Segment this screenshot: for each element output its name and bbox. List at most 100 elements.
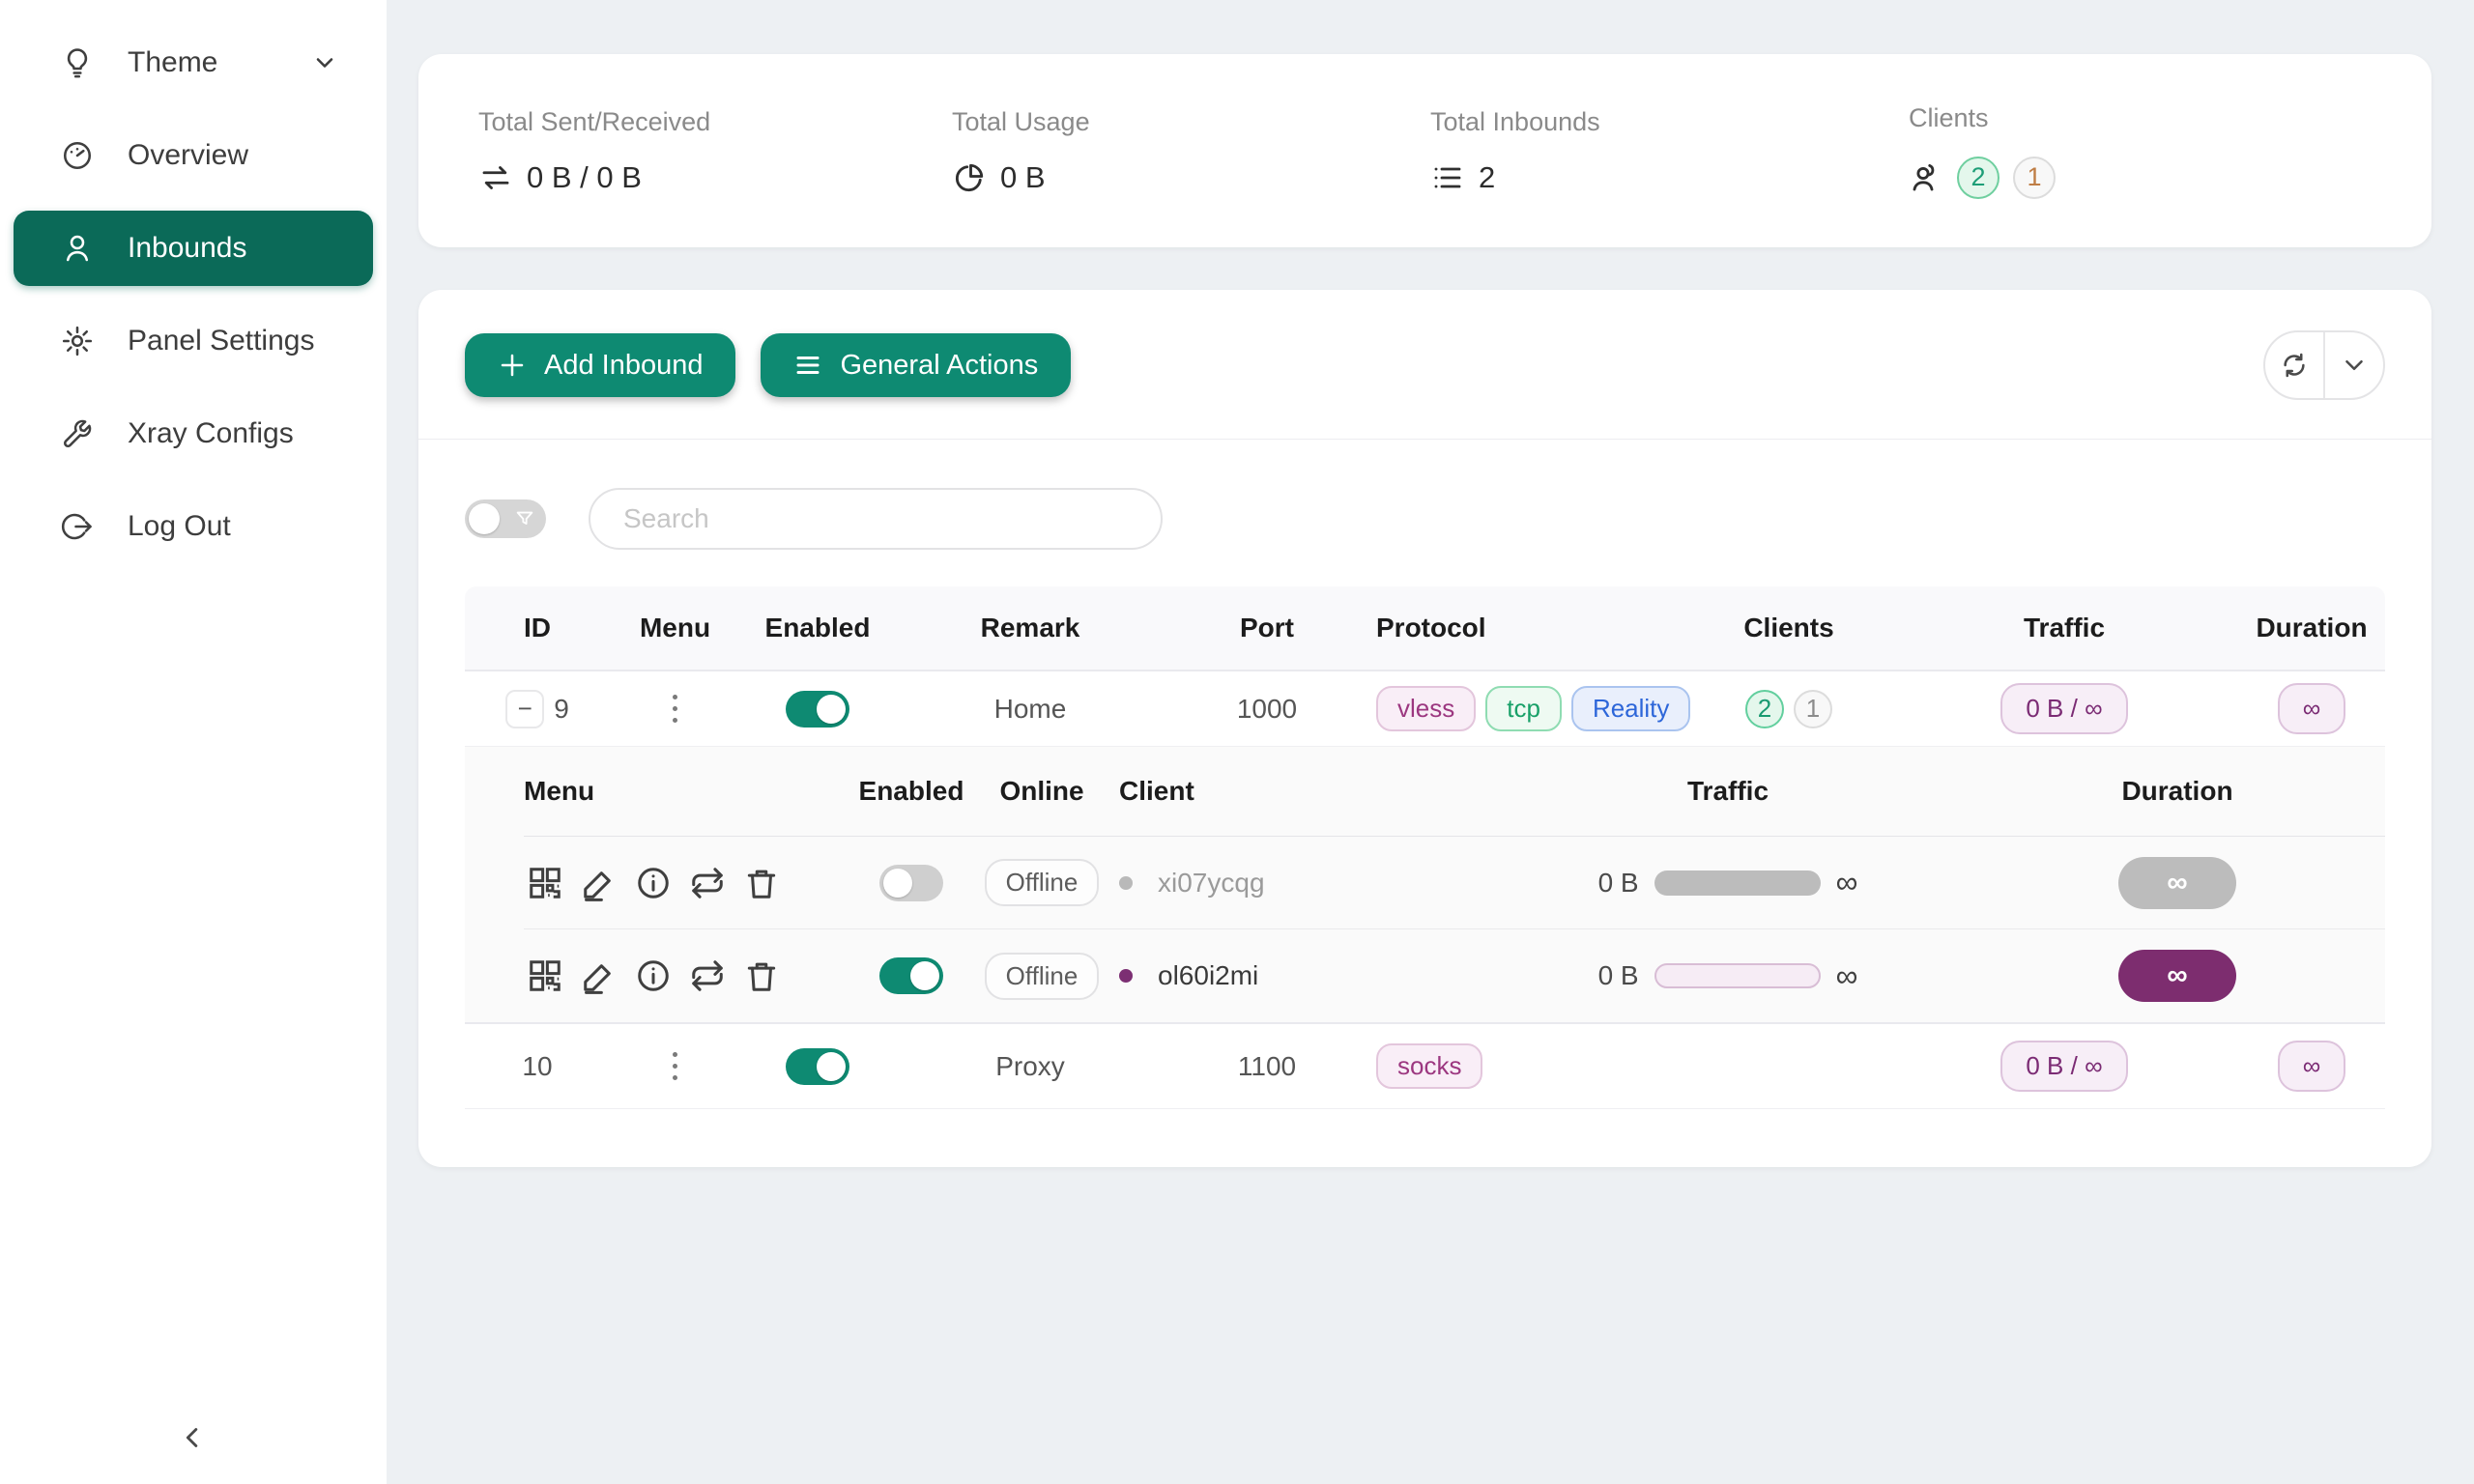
duration-pill: ∞ — [2118, 950, 2236, 1002]
column-header-traffic: Traffic — [1486, 776, 1970, 807]
repeat-icon[interactable] — [686, 862, 729, 904]
sidebar-item-panel-settings[interactable]: Panel Settings — [14, 303, 373, 379]
column-header-remark: Remark — [895, 613, 1165, 643]
refresh-icon — [2280, 351, 2309, 380]
stat-label: Total Inbounds — [1430, 107, 1909, 137]
qr-code-icon[interactable] — [524, 862, 566, 904]
row-menu-button[interactable] — [667, 1046, 683, 1086]
inbound-enabled-toggle[interactable] — [786, 691, 849, 728]
lightbulb-icon — [60, 45, 95, 80]
filter-toggle[interactable] — [465, 499, 546, 538]
traffic-progress-bar — [1654, 963, 1821, 988]
general-actions-button[interactable]: General Actions — [761, 333, 1071, 397]
client-enabled-toggle[interactable] — [879, 865, 943, 901]
sidebar-item-log-out[interactable]: Log Out — [14, 489, 373, 564]
trash-icon[interactable] — [740, 955, 783, 997]
stat-label: Total Usage — [952, 107, 1430, 137]
traffic-used: 0 B — [1598, 960, 1639, 991]
column-header-id: ID — [465, 613, 610, 643]
toggle-knob — [469, 503, 500, 534]
gear-icon — [60, 324, 95, 358]
traffic-used: 0 B — [1598, 868, 1639, 899]
duration-pill: ∞ — [2278, 1041, 2346, 1092]
inbound-port: 1000 — [1165, 694, 1368, 725]
client-enabled-toggle[interactable] — [879, 957, 943, 994]
collapse-row-button[interactable]: − — [505, 690, 544, 728]
column-header-duration: Duration — [1970, 776, 2385, 807]
refresh-button[interactable] — [2265, 332, 2323, 398]
info-circle-icon[interactable] — [632, 862, 675, 904]
sidebar-item-inbounds[interactable]: Inbounds — [14, 211, 373, 286]
stat-total-usage: Total Usage 0 B — [952, 107, 1430, 195]
wrench-icon — [60, 416, 95, 451]
people-icon — [1909, 160, 1943, 195]
protocol-tag-socks: socks — [1376, 1043, 1482, 1089]
sidebar-item-label: Log Out — [128, 510, 338, 543]
row-menu-button[interactable] — [667, 689, 683, 728]
inbound-id: 10 — [522, 1051, 552, 1082]
person-icon — [60, 231, 95, 266]
repeat-icon[interactable] — [686, 955, 729, 997]
chevron-down-icon — [2340, 351, 2369, 380]
add-inbound-label: Add Inbound — [544, 350, 703, 382]
client-name: ol60i2mi — [1158, 960, 1258, 991]
protocol-tag-tcp: tcp — [1485, 686, 1562, 731]
refresh-options-button[interactable] — [2325, 332, 2383, 398]
toggle-knob — [910, 961, 939, 990]
general-actions-label: General Actions — [840, 350, 1038, 382]
refresh-split-button — [2263, 330, 2385, 400]
inbound-remark: Proxy — [895, 1051, 1165, 1082]
column-header-enabled: Enabled — [740, 613, 895, 643]
chevron-left-icon — [177, 1421, 210, 1454]
info-circle-icon[interactable] — [632, 955, 675, 997]
sidebar-item-label: Overview — [128, 139, 338, 172]
inbounds-card: Add Inbound General Actions — [418, 290, 2431, 1167]
stat-value: 0 B — [1000, 160, 1046, 195]
chevron-down-icon — [311, 49, 338, 76]
hamburger-menu-icon — [793, 351, 822, 380]
toolbar: Add Inbound General Actions — [418, 290, 2431, 440]
inbound-id: 9 — [554, 694, 569, 725]
traffic-limit: ∞ — [1836, 865, 1858, 900]
search-input[interactable] — [589, 488, 1163, 550]
column-header-client: Client — [1119, 776, 1486, 807]
plus-icon — [498, 351, 527, 380]
sidebar-collapse-button[interactable] — [172, 1416, 215, 1459]
qr-code-icon[interactable] — [524, 955, 566, 997]
inbound-enabled-toggle[interactable] — [786, 1048, 849, 1085]
stat-total-inbounds: Total Inbounds 2 — [1430, 107, 1909, 195]
client-row-ol60i2mi: Offline ol60i2mi 0 B ∞ ∞ — [524, 929, 2385, 1022]
stat-clients: Clients 2 1 — [1909, 103, 2431, 199]
traffic-pill: 0 B / ∞ — [2000, 683, 2127, 734]
table-row-inbound-9: − 9 Home 1000 vless tcp Reality 2 — [465, 671, 2385, 747]
inbounds-table: ID Menu Enabled Remark Port Protocol Cli… — [465, 586, 2385, 1109]
client-status-dot — [1119, 876, 1133, 890]
edit-pencil-icon[interactable] — [578, 955, 620, 997]
sidebar-item-theme[interactable]: Theme — [14, 25, 373, 100]
sidebar: Theme Overview Inbounds Panel Settings — [0, 0, 387, 1484]
toggle-knob — [817, 1052, 846, 1081]
stat-label: Total Sent/Received — [478, 107, 952, 137]
column-header-duration: Duration — [2238, 613, 2385, 643]
online-status-badge: Offline — [985, 859, 1100, 906]
clients-inactive-badge: 1 — [1794, 690, 1832, 728]
expanded-clients-section: Menu Enabled Online Client Traffic Durat… — [465, 747, 2385, 1024]
client-status-dot — [1119, 969, 1133, 983]
stat-value: 2 — [1479, 160, 1495, 195]
edit-pencil-icon[interactable] — [578, 862, 620, 904]
filter-funnel-icon — [514, 508, 535, 529]
column-header-traffic: Traffic — [1890, 613, 2238, 643]
sidebar-item-overview[interactable]: Overview — [14, 118, 373, 193]
trash-icon[interactable] — [740, 862, 783, 904]
add-inbound-button[interactable]: Add Inbound — [465, 333, 735, 397]
sidebar-item-xray-configs[interactable]: Xray Configs — [14, 396, 373, 471]
clients-table-header-row: Menu Enabled Online Client Traffic Durat… — [524, 747, 2385, 837]
column-header-enabled: Enabled — [858, 776, 964, 807]
column-header-menu: Menu — [524, 776, 858, 807]
search-row — [418, 440, 2431, 586]
inbound-remark: Home — [895, 694, 1165, 725]
stats-card: Total Sent/Received 0 B / 0 B Total Usag… — [418, 54, 2431, 247]
list-icon — [1430, 160, 1465, 195]
clients-inactive-badge: 1 — [2013, 157, 2056, 199]
column-header-protocol: Protocol — [1368, 613, 1687, 643]
